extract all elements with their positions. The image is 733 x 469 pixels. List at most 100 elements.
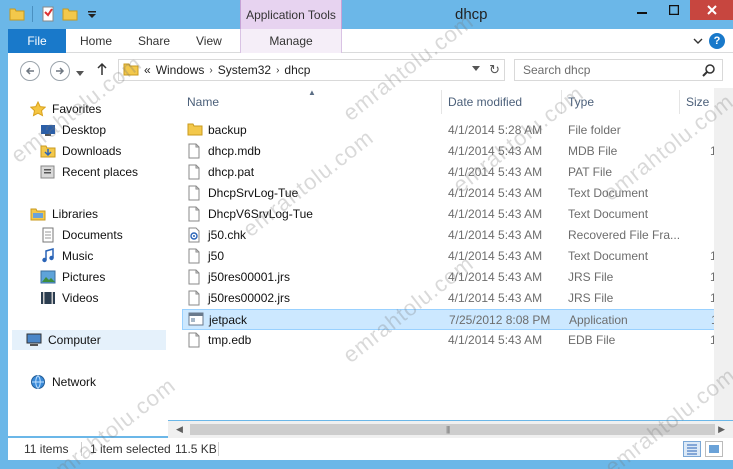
tab-home[interactable]: Home [74, 29, 118, 53]
recent-places-icon [40, 164, 56, 180]
column-header-size[interactable]: Size [686, 92, 709, 112]
address-overflow[interactable]: « [144, 63, 151, 77]
new-folder-icon[interactable] [61, 5, 79, 23]
forward-arrow-icon [56, 67, 65, 75]
file-row[interactable]: backup 4/1/2014 5:28 AM File folder [182, 120, 733, 141]
nav-computer[interactable]: Computer [12, 330, 166, 350]
file-type: Text Document [568, 249, 649, 263]
file-date-modified: 4/1/2014 5:43 AM [448, 249, 543, 263]
minimize-icon [637, 12, 647, 14]
file-date-modified: 4/1/2014 5:43 AM [448, 165, 543, 179]
search-placeholder: Search dhcp [523, 63, 591, 77]
breadcrumb-system32[interactable]: System32 [218, 63, 271, 77]
breadcrumb-dhcp[interactable]: dhcp [284, 63, 310, 77]
toolbar-divider [32, 6, 33, 22]
recent-locations-icon[interactable] [76, 66, 84, 80]
vertical-scrollbar[interactable] [714, 88, 733, 420]
breadcrumb-separator-icon[interactable]: › [276, 65, 279, 76]
nav-label: Libraries [52, 207, 99, 221]
nav-videos[interactable]: Videos [40, 288, 98, 308]
nav-documents[interactable]: Documents [40, 225, 123, 245]
column-divider[interactable] [679, 90, 680, 114]
details-view-icon[interactable] [683, 441, 701, 457]
tab-manage[interactable]: Manage [240, 29, 342, 53]
breadcrumb-separator-icon[interactable]: › [209, 65, 212, 76]
file-row[interactable]: dhcp.mdb4/1/2014 5:43 AMMDB File1,03 [182, 141, 733, 162]
explorer-window: Application Tools dhcp File Home Share V… [0, 0, 733, 469]
nav-network[interactable]: Network [30, 372, 96, 392]
scroll-thumb[interactable]: ||| [190, 424, 715, 435]
file-type: PAT File [568, 165, 613, 179]
file-icon [187, 248, 203, 264]
refresh-icon[interactable]: ↻ [489, 62, 500, 78]
folder-icon[interactable] [8, 5, 26, 23]
file-type: MDB File [568, 144, 618, 158]
file-row[interactable]: dhcp.pat 4/1/2014 5:43 AM PAT File [182, 162, 733, 183]
breadcrumb-windows[interactable]: Windows [156, 63, 205, 77]
address-dropdown-icon[interactable] [472, 64, 480, 74]
search-icon[interactable] [702, 63, 716, 83]
large-icons-view-icon[interactable] [705, 441, 723, 457]
tab-file[interactable]: File [8, 29, 66, 53]
horizontal-scrollbar[interactable]: ◀ ||| ▶ [168, 421, 733, 438]
title-bar: Application Tools dhcp [0, 0, 733, 29]
nav-favorites[interactable]: Favorites [30, 99, 101, 119]
column-divider[interactable] [441, 90, 442, 114]
nav-label: Recent places [62, 165, 139, 179]
scroll-grip-icon: ||| [446, 425, 450, 434]
scroll-left-icon[interactable]: ◀ [176, 424, 183, 435]
file-date-modified: 4/1/2014 5:43 AM [448, 228, 543, 242]
nav-label: Pictures [62, 270, 106, 284]
status-divider [81, 442, 82, 456]
column-header-name[interactable]: Name [187, 92, 219, 112]
close-button[interactable] [690, 0, 733, 20]
help-icon[interactable]: ? [709, 33, 725, 49]
customize-toolbar-icon[interactable] [83, 5, 101, 23]
file-name: dhcp.mdb [208, 144, 261, 158]
file-name: j50 [208, 249, 225, 263]
nav-desktop[interactable]: Desktop [40, 120, 106, 140]
nav-libraries[interactable]: Libraries [30, 204, 98, 224]
file-icon [187, 290, 203, 306]
file-row[interactable]: j50res00002.jrs4/1/2014 5:43 AMJRS File1… [182, 288, 733, 309]
close-icon [707, 5, 717, 15]
file-icon [187, 164, 203, 180]
maximize-icon [669, 5, 679, 15]
music-icon [40, 248, 56, 264]
file-row[interactable]: tmp.edb4/1/2014 5:43 AMEDB File1,03 [182, 330, 733, 351]
nav-label: Downloads [62, 144, 122, 158]
nav-label: Desktop [62, 123, 107, 137]
nav-music[interactable]: Music [40, 246, 93, 266]
search-input[interactable]: Search dhcp [514, 59, 723, 81]
file-row[interactable]: j50.chk 4/1/2014 5:43 AM Recovered File Fr… [182, 225, 733, 246]
nav-downloads[interactable]: Downloads [40, 141, 121, 161]
navigation-pane: Favorites Desktop Downloads Recent place… [8, 88, 168, 436]
file-row[interactable]: DhcpV6SrvLog-Tue 4/1/2014 5:43 AM Text Doc… [182, 204, 733, 225]
nav-label: Favorites [52, 102, 102, 116]
maximize-button[interactable] [658, 0, 690, 20]
nav-recent-places[interactable]: Recent places [40, 162, 138, 182]
properties-icon[interactable] [39, 5, 57, 23]
column-header-date[interactable]: Date modified [448, 92, 522, 112]
minimize-button[interactable] [626, 0, 658, 20]
tab-share[interactable]: Share [132, 29, 176, 53]
column-divider[interactable] [561, 90, 562, 114]
file-type: Text Document [568, 186, 649, 200]
expand-ribbon-icon[interactable] [693, 34, 703, 48]
back-button[interactable] [20, 61, 40, 81]
nav-label: Network [52, 375, 97, 389]
up-arrow-icon[interactable] [96, 62, 108, 79]
file-row[interactable]: jetpack7/25/2012 8:08 PMApplication1 [182, 309, 733, 330]
forward-button[interactable] [50, 61, 70, 81]
tab-view[interactable]: View [190, 29, 228, 53]
file-name: dhcp.pat [208, 165, 255, 179]
nav-pictures[interactable]: Pictures [40, 267, 105, 287]
address-bar[interactable]: « Windows › System32 › dhcp ↻ [118, 59, 505, 81]
file-row[interactable]: DhcpSrvLog-Tue 4/1/2014 5:43 AM Text Docum… [182, 183, 733, 204]
file-row[interactable]: j504/1/2014 5:43 AMText Document1,02 [182, 246, 733, 267]
star-icon [30, 101, 46, 117]
scroll-right-icon[interactable]: ▶ [718, 424, 725, 435]
quick-access-toolbar [8, 4, 101, 24]
column-header-type[interactable]: Type [568, 92, 594, 112]
file-row[interactable]: j50res00001.jrs4/1/2014 5:43 AMJRS File1… [182, 267, 733, 288]
